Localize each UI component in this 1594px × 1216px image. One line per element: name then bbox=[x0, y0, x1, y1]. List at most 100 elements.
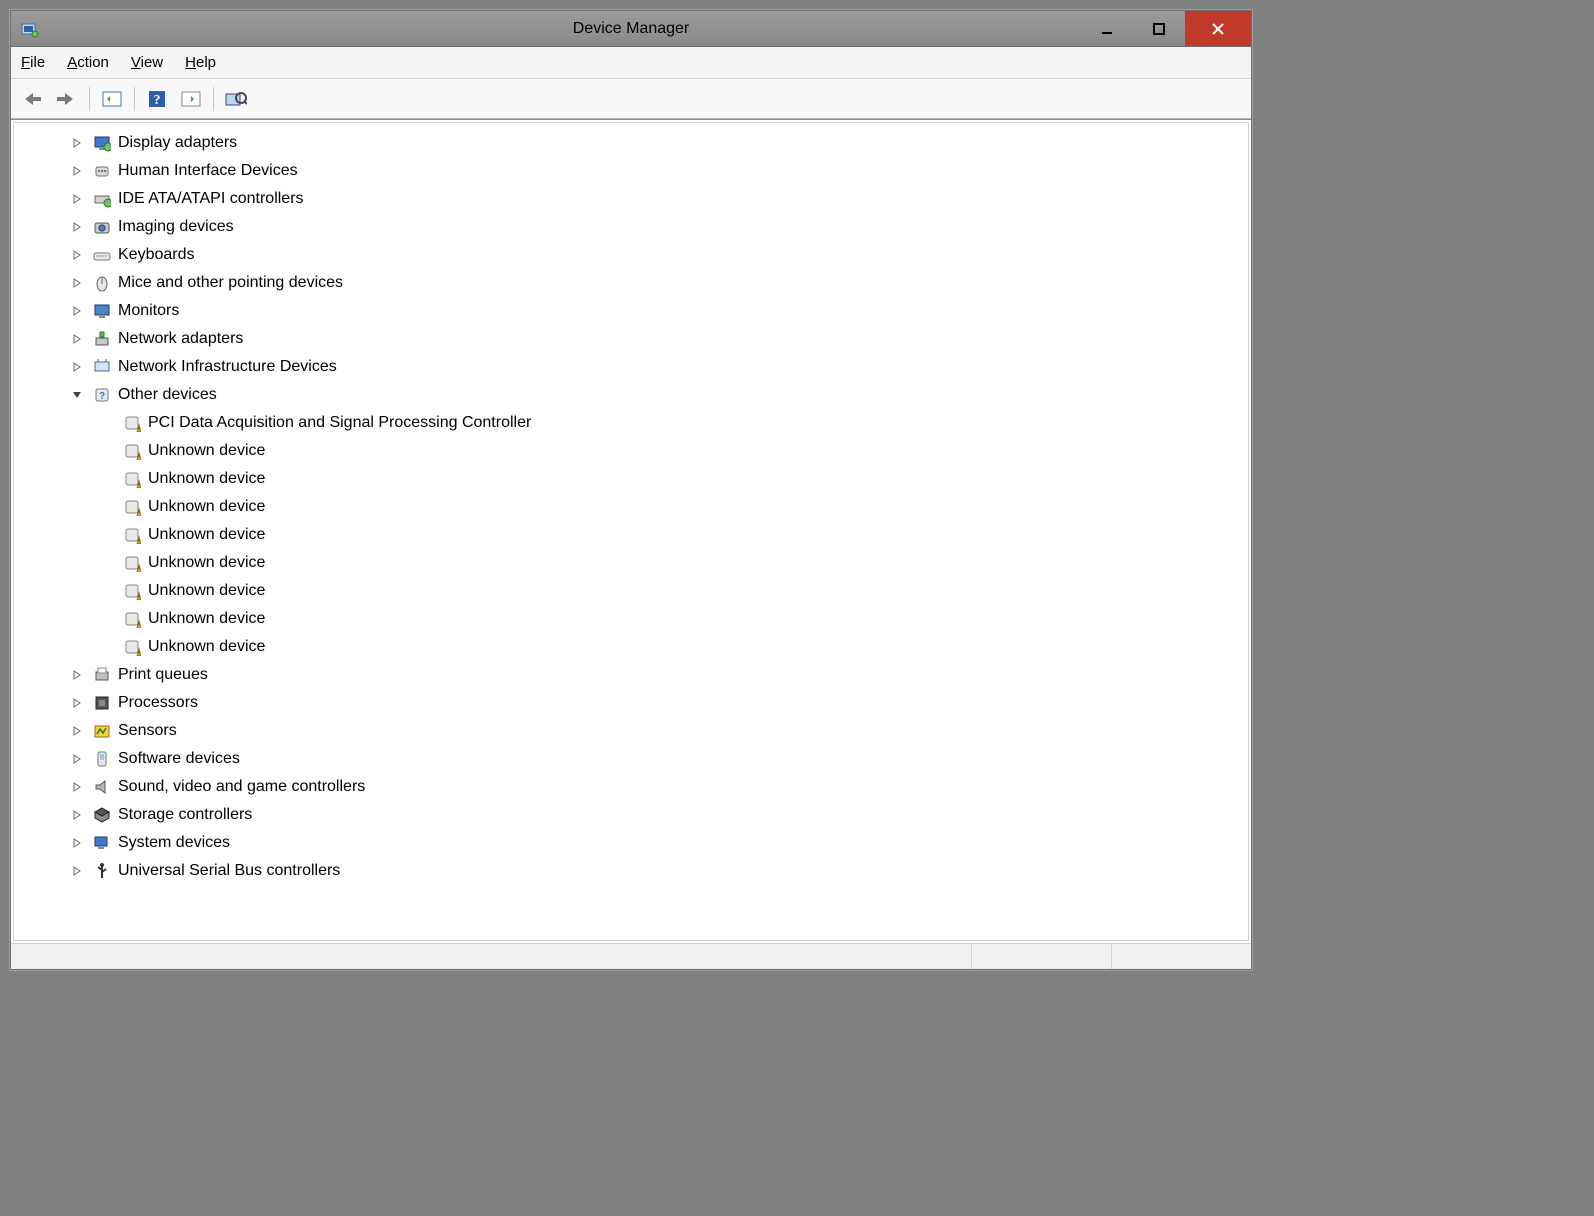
tree-item[interactable]: Print queues bbox=[22, 661, 1248, 689]
menu-view[interactable]: View bbox=[131, 54, 163, 71]
expand-icon[interactable] bbox=[70, 304, 84, 318]
tree-item-label: Monitors bbox=[118, 297, 179, 325]
tree-item[interactable]: Unknown device bbox=[22, 465, 1248, 493]
network-icon bbox=[92, 329, 112, 349]
menu-action[interactable]: Action bbox=[67, 54, 109, 71]
monitor-icon bbox=[92, 301, 112, 321]
tree-item[interactable]: Keyboards bbox=[22, 241, 1248, 269]
expand-icon[interactable] bbox=[70, 360, 84, 374]
camera-icon bbox=[92, 217, 112, 237]
tree-item[interactable]: Unknown device bbox=[22, 437, 1248, 465]
toolbar-separator bbox=[213, 87, 214, 111]
tree-item-label: Unknown device bbox=[148, 577, 265, 605]
tree-item[interactable]: System devices bbox=[22, 829, 1248, 857]
tree-item[interactable]: Human Interface Devices bbox=[22, 157, 1248, 185]
tree-item[interactable]: Processors bbox=[22, 689, 1248, 717]
hid-icon bbox=[92, 161, 112, 181]
tree-item[interactable]: Unknown device bbox=[22, 521, 1248, 549]
menu-help[interactable]: Help bbox=[185, 54, 216, 71]
tree-item[interactable]: Unknown device bbox=[22, 549, 1248, 577]
network-infra-icon bbox=[92, 357, 112, 377]
expand-icon[interactable] bbox=[70, 836, 84, 850]
back-button[interactable] bbox=[19, 85, 47, 113]
warning-icon bbox=[122, 637, 142, 657]
software-icon bbox=[92, 749, 112, 769]
warning-icon bbox=[122, 553, 142, 573]
tree-item-label: Sound, video and game controllers bbox=[118, 773, 365, 801]
tree-item-label: Processors bbox=[118, 689, 198, 717]
toolbar-separator bbox=[89, 87, 90, 111]
tree-item-label: Sensors bbox=[118, 717, 177, 745]
expand-icon[interactable] bbox=[70, 192, 84, 206]
tree-item[interactable]: Unknown device bbox=[22, 633, 1248, 661]
ide-icon bbox=[92, 189, 112, 209]
tree-item[interactable]: PCI Data Acquisition and Signal Processi… bbox=[22, 409, 1248, 437]
expand-icon[interactable] bbox=[70, 276, 84, 290]
tree-item[interactable]: Universal Serial Bus controllers bbox=[22, 857, 1248, 885]
expand-icon[interactable] bbox=[70, 220, 84, 234]
status-bar bbox=[11, 943, 1251, 969]
tree-item[interactable]: Unknown device bbox=[22, 577, 1248, 605]
tree-item-label: Imaging devices bbox=[118, 213, 234, 241]
minimize-button[interactable] bbox=[1081, 11, 1133, 46]
warning-icon bbox=[122, 581, 142, 601]
tree-item[interactable]: Software devices bbox=[22, 745, 1248, 773]
warning-icon bbox=[122, 497, 142, 517]
tree-item[interactable]: Sound, video and game controllers bbox=[22, 773, 1248, 801]
warning-icon bbox=[122, 469, 142, 489]
show-hidden-button[interactable] bbox=[98, 85, 126, 113]
collapse-icon[interactable] bbox=[70, 388, 84, 402]
tree-item[interactable]: Imaging devices bbox=[22, 213, 1248, 241]
expand-icon[interactable] bbox=[70, 808, 84, 822]
tree-item[interactable]: Other devices bbox=[22, 381, 1248, 409]
expand-icon[interactable] bbox=[70, 780, 84, 794]
warning-icon bbox=[122, 441, 142, 461]
close-button[interactable] bbox=[1185, 11, 1251, 46]
expand-icon[interactable] bbox=[70, 724, 84, 738]
tree-item[interactable]: Display adapters bbox=[22, 129, 1248, 157]
expand-icon[interactable] bbox=[70, 136, 84, 150]
tree-item[interactable]: Sensors bbox=[22, 717, 1248, 745]
tree-item[interactable]: Unknown device bbox=[22, 493, 1248, 521]
tree-item[interactable]: IDE ATA/ATAPI controllers bbox=[22, 185, 1248, 213]
help-button[interactable]: ? bbox=[143, 85, 171, 113]
warning-icon bbox=[122, 525, 142, 545]
expand-icon[interactable] bbox=[70, 864, 84, 878]
expand-icon[interactable] bbox=[70, 668, 84, 682]
tree-item[interactable]: Monitors bbox=[22, 297, 1248, 325]
tree-item[interactable]: Storage controllers bbox=[22, 801, 1248, 829]
tree-item-label: Unknown device bbox=[148, 493, 265, 521]
menubar: File Action View Help bbox=[11, 47, 1251, 79]
tree-item-label: Unknown device bbox=[148, 633, 265, 661]
keyboard-icon bbox=[92, 245, 112, 265]
tree-item-label: PCI Data Acquisition and Signal Processi… bbox=[148, 409, 531, 437]
tree-container: Display adaptersHuman Interface DevicesI… bbox=[13, 122, 1249, 941]
tree-item[interactable]: Mice and other pointing devices bbox=[22, 269, 1248, 297]
expand-icon[interactable] bbox=[70, 164, 84, 178]
tree-item-label: Display adapters bbox=[118, 129, 237, 157]
menu-file[interactable]: File bbox=[21, 54, 45, 71]
tree-item-label: Keyboards bbox=[118, 241, 195, 269]
tree-item-label: Network adapters bbox=[118, 325, 243, 353]
maximize-button[interactable] bbox=[1133, 11, 1185, 46]
expand-icon[interactable] bbox=[70, 332, 84, 346]
tree-item[interactable]: Network adapters bbox=[22, 325, 1248, 353]
tree-item[interactable]: Unknown device bbox=[22, 605, 1248, 633]
other-icon bbox=[92, 385, 112, 405]
tree-item-label: Human Interface Devices bbox=[118, 157, 298, 185]
tree-item-label: IDE ATA/ATAPI controllers bbox=[118, 185, 304, 213]
properties-button[interactable] bbox=[177, 85, 205, 113]
forward-button[interactable] bbox=[53, 85, 81, 113]
tree-item-label: Storage controllers bbox=[118, 801, 252, 829]
mouse-icon bbox=[92, 273, 112, 293]
usb-icon bbox=[92, 861, 112, 881]
expand-icon[interactable] bbox=[70, 752, 84, 766]
tree-item[interactable]: Network Infrastructure Devices bbox=[22, 353, 1248, 381]
expand-icon[interactable] bbox=[70, 248, 84, 262]
tree-item-label: Print queues bbox=[118, 661, 208, 689]
tree-item-label: Unknown device bbox=[148, 521, 265, 549]
titlebar[interactable]: Device Manager bbox=[11, 11, 1251, 47]
expand-icon[interactable] bbox=[70, 696, 84, 710]
device-tree[interactable]: Display adaptersHuman Interface DevicesI… bbox=[14, 123, 1248, 940]
scan-hardware-button[interactable] bbox=[222, 85, 250, 113]
